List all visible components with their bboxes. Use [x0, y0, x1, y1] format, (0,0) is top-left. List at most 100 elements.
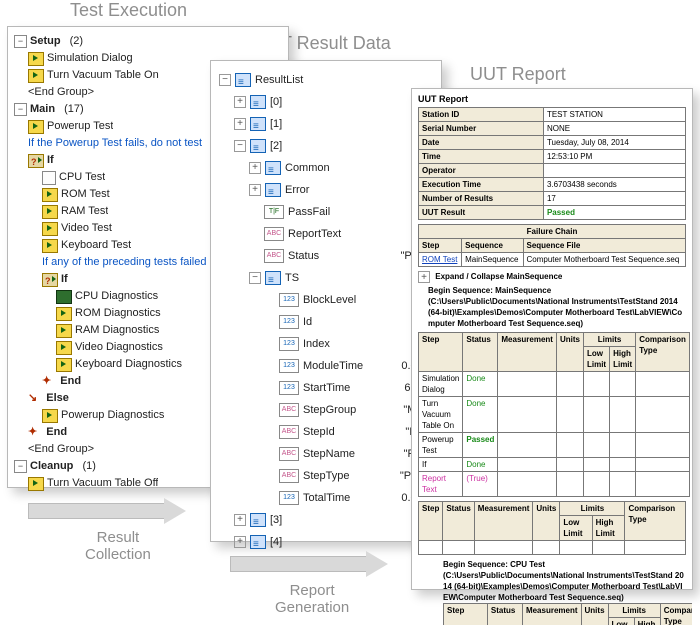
prop-label: Status [288, 245, 397, 267]
sequence-call-icon [42, 171, 56, 185]
step-label: <End Group> [28, 441, 94, 458]
action-step-icon [56, 324, 72, 338]
string-type-icon: ABC [264, 249, 284, 263]
table-row[interactable]: IfDone [419, 458, 690, 472]
action-step-icon [42, 222, 58, 236]
flow-arrow-label: Result Collection [85, 529, 151, 563]
tree-prop[interactable]: ABCStatus"Passe [219, 245, 435, 267]
table-header: Low Limit [560, 516, 592, 541]
flow-end-icon: ✦ [42, 373, 51, 390]
expand-collapse-link[interactable]: Expand / Collapse MainSequence [435, 272, 562, 281]
prop-label: Index [303, 333, 425, 355]
tree-node[interactable]: [2] [219, 135, 435, 157]
report-body[interactable]: UUT Report Station IDTEST STATION Serial… [412, 89, 692, 625]
tree-prop[interactable]: ABCStepId"ID#:J [219, 421, 435, 443]
step-results-table: Step Status Measurement Units Limits Com… [418, 332, 690, 497]
step-label: If [47, 154, 54, 166]
container-icon [265, 161, 281, 175]
expand-toggle-icon[interactable] [249, 184, 261, 196]
tree-prop[interactable]: ABCStepType"PassF [219, 465, 435, 487]
sequence-path: (C:\Users\Public\Documents\National Inst… [443, 571, 684, 602]
table-row[interactable]: Report Text(True) [419, 472, 690, 497]
tree-group-setup[interactable]: Setup (2) [14, 33, 284, 50]
tree-node[interactable]: TS [219, 267, 435, 289]
tree-node[interactable]: [3] [219, 509, 435, 531]
expand-toggle-icon[interactable] [249, 162, 261, 174]
tree-node[interactable]: [0] [219, 91, 435, 113]
container-icon [250, 139, 266, 153]
group-label: Cleanup [30, 460, 73, 472]
table-row[interactable]: Powerup TestPassed [419, 433, 690, 458]
step-label: If [61, 273, 68, 285]
expand-toggle-icon[interactable] [234, 140, 246, 152]
number-type-icon: 123 [279, 315, 299, 329]
number-type-icon: 123 [279, 491, 299, 505]
tree-prop[interactable]: 123Index0 [219, 333, 435, 355]
number-type-icon: 123 [279, 337, 299, 351]
table-row[interactable]: Turn Vacuum Table OnDone [419, 397, 690, 433]
expand-toggle-icon[interactable] [418, 271, 430, 283]
summary-value: Tuesday, July 08, 2014 [543, 136, 685, 150]
tree-node[interactable]: [1] [219, 113, 435, 135]
table-row[interactable]: ROM Test MainSequence Computer Motherboa… [419, 253, 686, 267]
result-data-tree[interactable]: ResultList [0] [1] [2] Common Error T|FP… [211, 61, 441, 553]
expand-toggle-icon[interactable] [14, 103, 27, 116]
prop-label: ReportText [288, 223, 423, 245]
table-header: High Limit [592, 516, 625, 541]
expand-toggle-icon[interactable] [219, 74, 231, 86]
tree-prop[interactable]: 123BlockLevel0 [219, 289, 435, 311]
summary-key: Time [419, 150, 544, 164]
step-label: RAM Test [61, 203, 108, 220]
table-header: Sequence [462, 239, 523, 253]
action-step-icon [42, 239, 58, 253]
expand-toggle-icon[interactable] [249, 272, 261, 284]
expand-toggle-icon[interactable] [234, 118, 246, 130]
tree-prop[interactable]: 123TotalTime0.0001 [219, 487, 435, 509]
tree-prop[interactable]: 123StartTime67994 [219, 377, 435, 399]
expand-toggle-icon[interactable] [234, 536, 246, 548]
tree-prop[interactable]: 123Id715 [219, 311, 435, 333]
step-label: Video Test [61, 220, 112, 237]
summary-key: Serial Number [419, 122, 544, 136]
summary-value: TEST STATION [543, 108, 685, 122]
step-label: CPU Diagnostics [75, 288, 158, 305]
flow-arrow-report-generation [230, 551, 388, 577]
table-cell: Powerup Test [419, 433, 463, 458]
prop-label: TotalTime [303, 487, 397, 509]
tree-prop[interactable]: 123ModuleTime0.0001 [219, 355, 435, 377]
expand-toggle-icon[interactable] [234, 514, 246, 526]
expand-toggle-icon[interactable] [14, 460, 27, 473]
tree-node[interactable]: [4] [219, 531, 435, 553]
table-cell: Simulation Dialog [419, 372, 463, 397]
prop-label: Id [303, 311, 413, 333]
summary-key: Date [419, 136, 544, 150]
prop-label: StepName [303, 443, 400, 465]
table-row[interactable]: Simulation DialogDone [419, 372, 690, 397]
tree-prop[interactable]: T|FPassFailTrue [219, 201, 435, 223]
summary-value: Passed [543, 206, 685, 220]
table-header: Limits [583, 333, 635, 347]
string-type-icon: ABC [279, 425, 299, 439]
step-label: <End Group> [28, 84, 94, 101]
summary-key: Number of Results [419, 192, 544, 206]
table-cell: Computer Motherboard Test Sequence.seq [523, 253, 686, 267]
tree-node[interactable]: Error [219, 179, 435, 201]
expand-toggle-icon[interactable] [14, 35, 27, 48]
table-title: Failure Chain [419, 225, 686, 239]
action-step-icon [42, 409, 58, 423]
table-header: Limits [560, 502, 625, 516]
prop-label: BlockLevel [303, 289, 425, 311]
tree-prop[interactable]: ABCStepName"Powe [219, 443, 435, 465]
comment-label: If any of the preceding tests failed [42, 254, 207, 271]
tree-prop[interactable]: ABCReportText"" [219, 223, 435, 245]
table-header: Measurement [498, 333, 557, 372]
tree-node-root[interactable]: ResultList [219, 69, 435, 91]
prop-label: PassFail [288, 201, 409, 223]
step-count: (2) [70, 33, 83, 50]
failure-step-link[interactable]: ROM Test [422, 255, 457, 264]
table-header: Units [581, 604, 608, 625]
tree-prop[interactable]: ABCStepGroup"Main" [219, 399, 435, 421]
expand-toggle-icon[interactable] [234, 96, 246, 108]
prop-label: ModuleTime [303, 355, 397, 377]
tree-node[interactable]: Common [219, 157, 435, 179]
